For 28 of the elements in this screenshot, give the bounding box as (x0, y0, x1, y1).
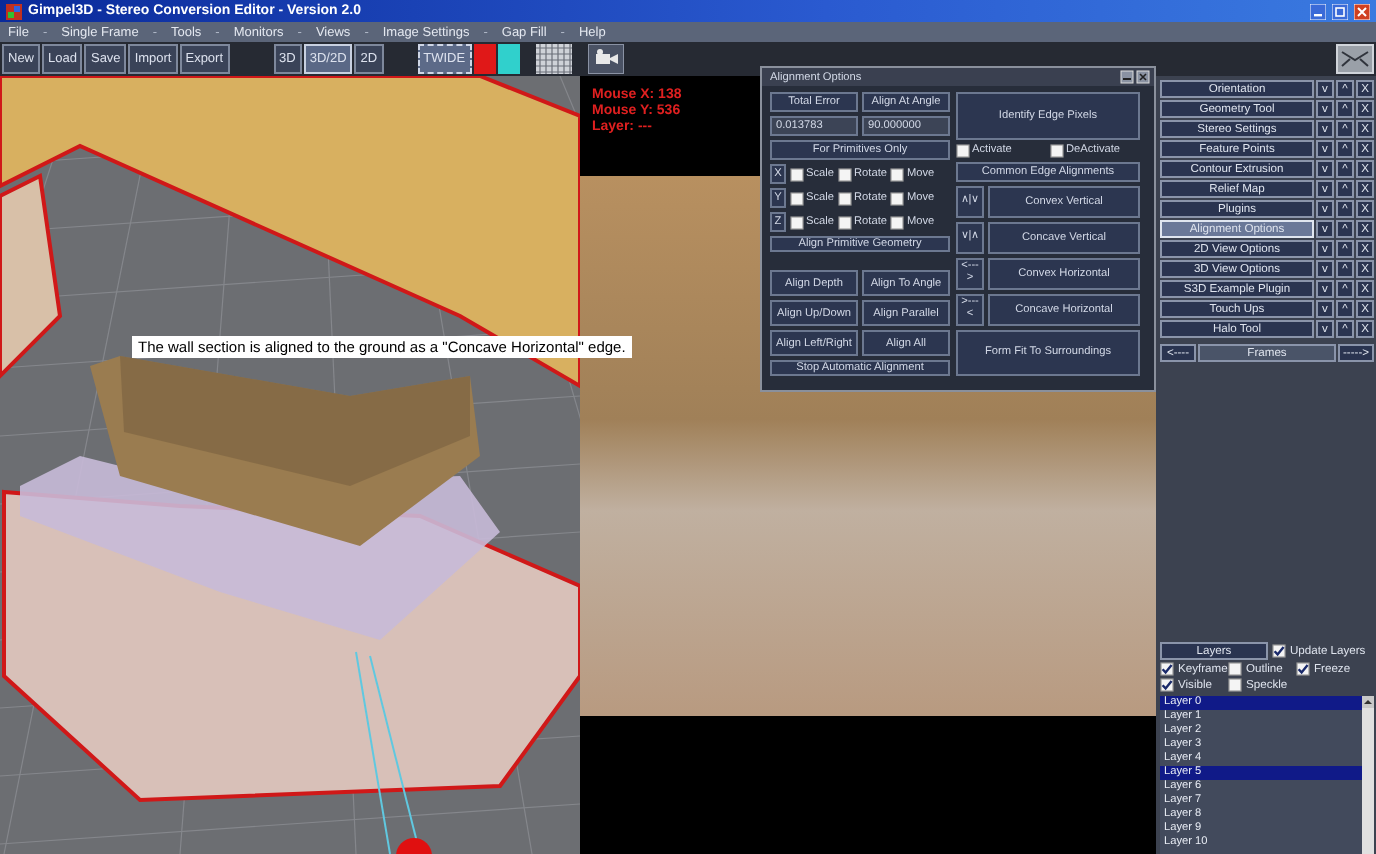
checkbox[interactable] (838, 191, 852, 205)
restore-icon[interactable] (1332, 3, 1348, 19)
checkbox[interactable] (956, 143, 970, 157)
scroll-up-icon[interactable] (1362, 696, 1374, 708)
grid-icon[interactable] (535, 44, 572, 74)
scrollbar[interactable] (1362, 696, 1374, 854)
checkbox[interactable] (838, 167, 852, 181)
camera-icon[interactable] (587, 44, 624, 74)
checkbox[interactable] (890, 167, 905, 181)
checkbox[interactable] (1272, 644, 1286, 658)
color-swatch[interactable] (473, 44, 496, 74)
checkbox[interactable] (1228, 662, 1242, 676)
checkbox[interactable] (790, 215, 804, 229)
checkbox[interactable] (790, 167, 804, 181)
checkbox[interactable] (838, 215, 852, 229)
envelope-icon[interactable] (1336, 44, 1374, 74)
checkbox[interactable] (890, 215, 905, 229)
close-icon[interactable] (1136, 70, 1150, 84)
checkbox[interactable] (790, 191, 804, 205)
checkbox[interactable] (1228, 678, 1242, 692)
app-icon (6, 3, 22, 19)
checkbox[interactable] (1160, 662, 1174, 676)
minimize-icon[interactable] (1120, 70, 1134, 84)
checkbox[interactable] (1296, 662, 1310, 676)
checkbox[interactable] (890, 191, 905, 205)
checkbox[interactable] (1160, 678, 1174, 692)
color-swatch[interactable] (497, 44, 520, 74)
checkbox[interactable] (1050, 143, 1064, 157)
